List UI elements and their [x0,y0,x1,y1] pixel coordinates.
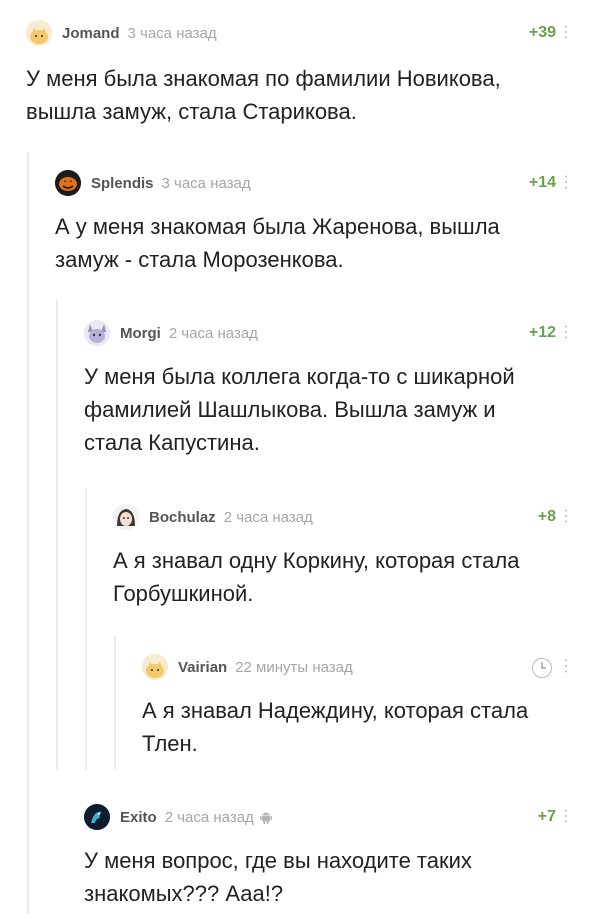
more-menu-icon[interactable]: ⋮ [558,506,574,526]
text-line: У меня была знакомая по фамилии Новикова… [26,66,501,91]
comment-header: Bochulaz 2 часа назад [113,502,313,532]
timestamp: 3 часа назад [127,24,217,42]
pumpkin-avatar-icon [55,170,81,196]
avatar[interactable] [26,20,52,46]
dragon-avatar-icon [84,804,110,830]
more-menu-icon[interactable]: ⋮ [558,806,574,826]
avatar[interactable] [142,654,168,680]
text-line: У меня вопрос, где вы находите таких [84,848,472,873]
comment-text: А я знавал одну Коркину, которая стала Г… [113,544,583,610]
text-line: замуж - стала Морозенкова. [55,247,344,272]
thread-line [85,488,87,770]
comment-header: Vairian 22 минуты назад [142,652,353,682]
thread-line [56,300,58,770]
timestamp: 22 минуты назад [235,658,353,676]
avatar[interactable] [84,320,110,346]
text-line: А я знавал одну Коркину, которая стала [113,548,520,573]
rating: +7 [537,808,556,825]
comment-text: У меня была знакомая по фамилии Новикова… [26,62,576,128]
more-menu-icon[interactable]: ⋮ [558,22,574,42]
username[interactable]: Exito [120,809,157,826]
text-line: фамилией Шашлыкова. Вышла замуж и [84,397,496,422]
text-line: знакомых??? Ааа!? [84,881,284,906]
text-line: А я знавал Надеждину, которая стала [142,698,529,723]
rating: +39 [528,24,556,41]
comment-header: Splendis 3 часа назад [55,168,251,198]
timestamp: 2 часа назад [168,324,258,342]
username[interactable]: Vairian [178,659,227,676]
comment-text: У меня была коллега когда-то с шикарной … [84,360,584,459]
more-menu-icon[interactable]: ⋮ [558,172,574,192]
text-line: Тлен. [142,731,198,756]
text-line: стала Капустина. [84,430,260,455]
android-icon [259,810,272,824]
thread-line [27,152,29,914]
text-line: А у меня знакомая была Жаренова, вышла [55,214,500,239]
creature-avatar-icon [84,320,110,346]
timestamp: 3 часа назад [161,174,251,192]
timestamp: 2 часа назад [223,508,313,526]
username[interactable]: Bochulaz [149,509,216,526]
rating: +12 [528,324,556,341]
username[interactable]: Morgi [120,325,161,342]
thread-line [114,636,116,770]
comment-text: А у меня знакомая была Жаренова, вышла з… [55,210,575,276]
more-menu-icon[interactable]: ⋮ [558,656,574,676]
rating: +14 [528,174,556,191]
anime-avatar-icon [113,504,139,530]
comment-text: У меня вопрос, где вы находите таких зна… [84,844,584,910]
more-menu-icon[interactable]: ⋮ [558,322,574,342]
comment-header: Jomand 3 часа назад [26,18,217,48]
timestamp: 2 часа назад [164,808,254,826]
rating: +8 [537,508,556,525]
clock-icon[interactable] [532,658,552,678]
avatar[interactable] [84,804,110,830]
avatar[interactable] [55,170,81,196]
text-line: У меня была коллега когда-то с шикарной [84,364,515,389]
text-line: вышла замуж, стала Старикова. [26,99,357,124]
avatar[interactable] [113,504,139,530]
cat-avatar-icon [142,654,168,680]
cat-avatar-icon [26,20,52,46]
comment-header: Morgi 2 часа назад [84,318,258,348]
username[interactable]: Splendis [91,175,154,192]
text-line: Горбушкиной. [113,581,254,606]
comment-header: Exito 2 часа назад [84,802,272,832]
username[interactable]: Jomand [62,25,120,42]
comment-text: А я знавал Надеждину, которая стала Тлен… [142,694,582,760]
